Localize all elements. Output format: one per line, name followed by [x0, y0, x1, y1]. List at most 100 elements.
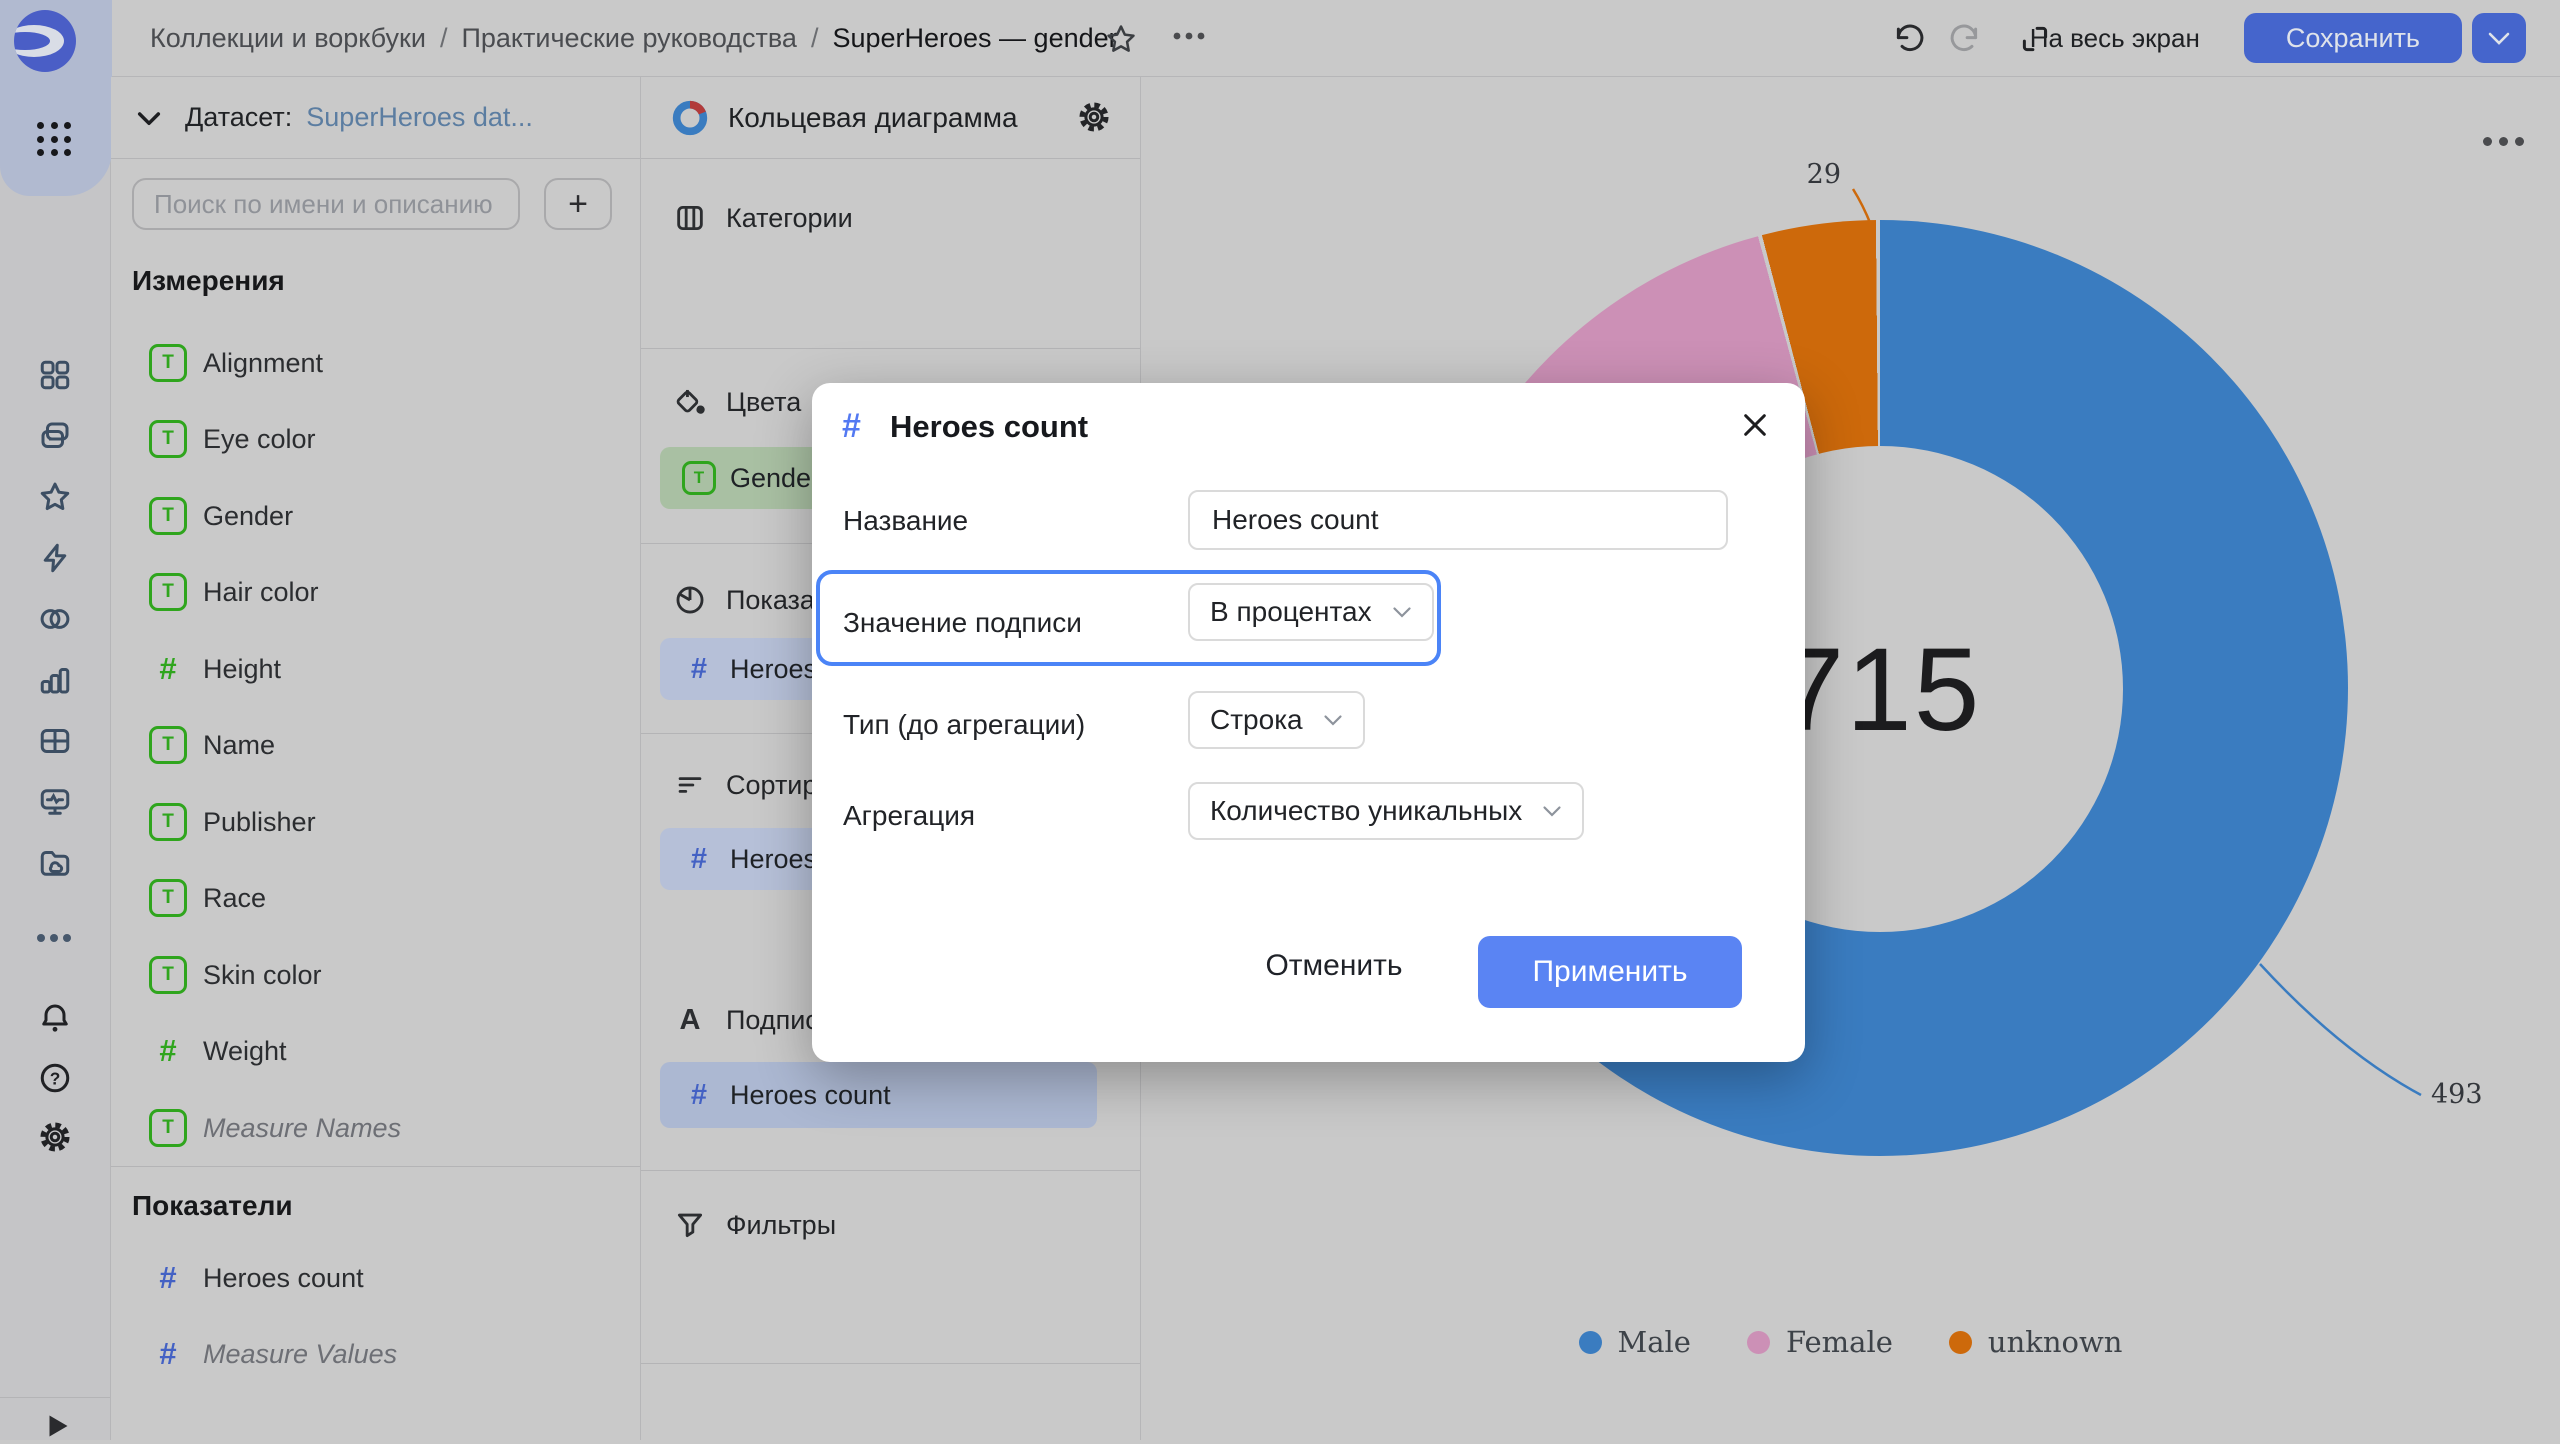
- label-value-label: Значение подписи: [843, 607, 1082, 639]
- breadcrumb-more-icon[interactable]: [1172, 30, 1206, 64]
- cancel-button[interactable]: Отменить: [1259, 938, 1409, 994]
- field-search-input[interactable]: [132, 178, 520, 230]
- legend-item-unknown[interactable]: unknown: [1949, 1325, 2123, 1359]
- undo-icon[interactable]: [1892, 22, 1926, 56]
- collapse-panel-icon[interactable]: [39, 1408, 75, 1444]
- label-field-chip[interactable]: # Heroes count: [660, 1062, 1097, 1128]
- string-field-icon: T: [149, 956, 187, 994]
- charts-icon[interactable]: [37, 662, 73, 698]
- filter-funnel-icon: [672, 1207, 708, 1243]
- breadcrumb: Коллекции и воркбуки / Практические руко…: [150, 0, 1118, 76]
- field-row-race[interactable]: T Race: [111, 860, 640, 936]
- dataset-collapse-chevron-icon[interactable]: [133, 102, 165, 134]
- svg-text:?: ?: [50, 1068, 61, 1088]
- field-row-alignment[interactable]: T Alignment: [111, 325, 640, 401]
- donut-chart-type-icon: [670, 98, 710, 138]
- settings-gear-icon[interactable]: [37, 1119, 73, 1155]
- string-field-icon: T: [149, 879, 187, 917]
- field-label: Weight: [203, 1036, 287, 1067]
- field-row-eye-color[interactable]: T Eye color: [111, 401, 640, 477]
- legend-dot-unknown: [1949, 1331, 1972, 1354]
- legend-item-male[interactable]: Male: [1579, 1325, 1691, 1359]
- section-filters[interactable]: Фильтры: [641, 1205, 1140, 1245]
- field-label: Height: [203, 654, 281, 685]
- number-field-icon: #: [149, 651, 187, 687]
- tables-icon[interactable]: [37, 723, 73, 759]
- select-value: В процентах: [1210, 596, 1372, 628]
- aggregation-field-label: Агрегация: [843, 800, 975, 832]
- favorites-icon[interactable]: [37, 479, 73, 515]
- connections-bolt-icon[interactable]: [37, 540, 73, 576]
- monitoring-icon[interactable]: [37, 784, 73, 820]
- field-row-gender[interactable]: T Gender: [111, 478, 640, 554]
- field-label: Hair color: [203, 577, 319, 608]
- label-value-select[interactable]: В процентах: [1188, 583, 1434, 641]
- chip-label: Gender: [730, 463, 820, 494]
- legend-label: Male: [1618, 1325, 1691, 1359]
- select-value: Строка: [1210, 704, 1303, 736]
- number-field-icon: #: [149, 1033, 187, 1069]
- dataset-name-link[interactable]: SuperHeroes dat...: [306, 102, 533, 133]
- field-row-hair-color[interactable]: T Hair color: [111, 554, 640, 630]
- dashboards-icon[interactable]: [37, 357, 73, 393]
- section-categories[interactable]: Категории: [641, 198, 1140, 238]
- measure-field-icon: #: [149, 1260, 187, 1296]
- close-icon[interactable]: [1739, 409, 1771, 441]
- breadcrumb-separator: /: [811, 23, 819, 54]
- field-label: Heroes count: [203, 1263, 364, 1294]
- collections-icon[interactable]: [37, 418, 73, 454]
- redo-icon[interactable]: [1948, 22, 1982, 56]
- type-select[interactable]: Строка: [1188, 691, 1365, 749]
- favorite-star-icon[interactable]: [1104, 22, 1138, 56]
- breadcrumb-guides[interactable]: Практические руководства: [461, 23, 796, 54]
- breadcrumb-collections[interactable]: Коллекции и воркбуки: [150, 23, 426, 54]
- field-label: Measure Names: [203, 1113, 401, 1144]
- pie-section-icon: [672, 582, 708, 618]
- string-field-icon: T: [149, 497, 187, 535]
- chart-type-label: Кольцевая диаграмма: [728, 102, 1018, 134]
- field-row-measure-values[interactable]: # Measure Values: [111, 1316, 640, 1392]
- field-row-height[interactable]: # Height: [111, 631, 640, 707]
- help-icon[interactable]: ?: [37, 1060, 73, 1096]
- storage-folder-icon[interactable]: [37, 845, 73, 881]
- measure-field-icon: #: [682, 843, 716, 876]
- save-dropdown-button[interactable]: [2472, 13, 2526, 63]
- rail-more-icon[interactable]: [37, 920, 73, 956]
- field-row-publisher[interactable]: T Publisher: [111, 784, 640, 860]
- measure-field-icon: #: [682, 1079, 716, 1112]
- legend-item-female[interactable]: Female: [1747, 1325, 1893, 1359]
- notifications-bell-icon[interactable]: [37, 1000, 73, 1036]
- datalens-logo[interactable]: [14, 10, 76, 72]
- field-row-measure-names[interactable]: T Measure Names: [111, 1090, 640, 1166]
- name-input[interactable]: [1188, 490, 1728, 550]
- fullscreen-label[interactable]: На весь экран: [2030, 23, 2200, 54]
- apps-grid-icon[interactable]: [37, 122, 73, 158]
- save-button[interactable]: Сохранить: [2244, 13, 2462, 63]
- legend-dot-female: [1747, 1331, 1770, 1354]
- measure-field-icon: #: [682, 653, 716, 686]
- field-label: Eye color: [203, 424, 316, 455]
- field-label: Measure Values: [203, 1339, 397, 1370]
- measure-hash-icon: #: [842, 407, 861, 446]
- slice-label-male: 493: [2431, 1079, 2483, 1110]
- string-field-icon: T: [149, 803, 187, 841]
- field-row-weight[interactable]: # Weight: [111, 1013, 640, 1089]
- panel-divider: [641, 348, 1140, 349]
- chart-more-icon[interactable]: [2483, 137, 2524, 146]
- field-row-heroes-count[interactable]: # Heroes count: [111, 1240, 640, 1316]
- letter-a-icon: А: [672, 1002, 708, 1038]
- apply-button[interactable]: Применить: [1478, 936, 1742, 1008]
- chart-type-header[interactable]: Кольцевая диаграмма: [641, 77, 1140, 158]
- section-label: Фильтры: [726, 1210, 836, 1241]
- name-field-label: Название: [843, 505, 968, 537]
- dimensions-title: Измерения: [132, 265, 285, 297]
- field-row-skin-color[interactable]: T Skin color: [111, 937, 640, 1013]
- legend-dot-male: [1579, 1331, 1602, 1354]
- add-field-button[interactable]: +: [544, 178, 612, 230]
- aggregation-select[interactable]: Количество уникальных: [1188, 782, 1584, 840]
- legend-label: Female: [1786, 1325, 1893, 1359]
- field-row-name[interactable]: T Name: [111, 707, 640, 783]
- chart-settings-gear-icon[interactable]: [1076, 99, 1112, 135]
- field-settings-modal: # Heroes count Название Значение подписи…: [812, 383, 1805, 1062]
- datasets-venn-icon[interactable]: [37, 601, 73, 637]
